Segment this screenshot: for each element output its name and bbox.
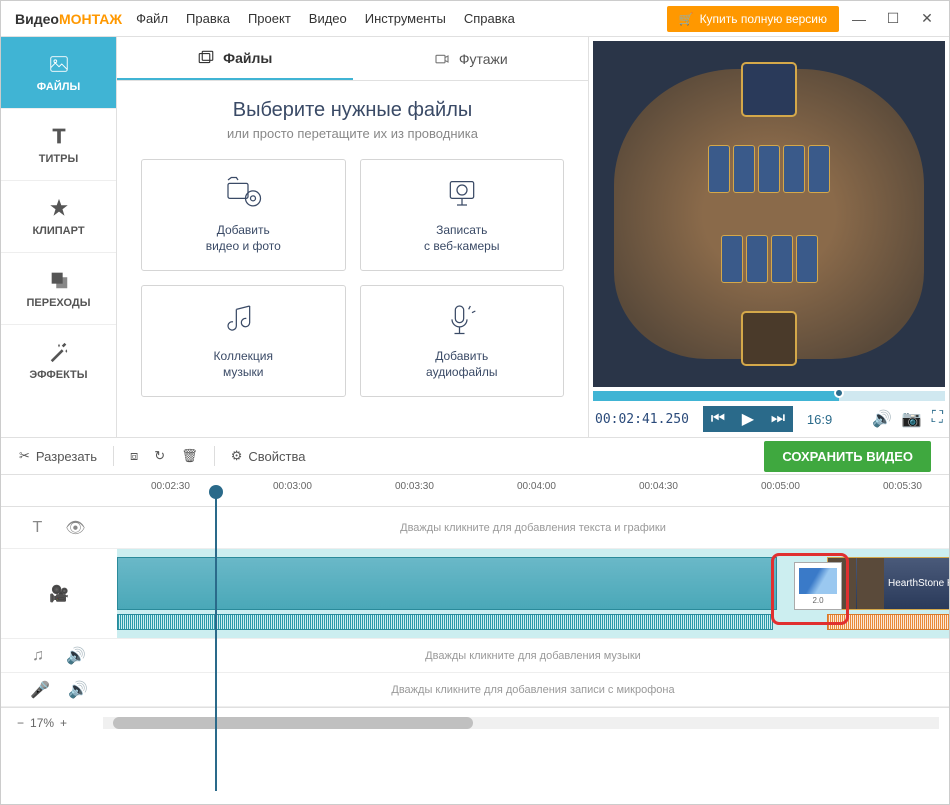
layers-icon [48,269,70,291]
sidebar-item-effects[interactable]: ЭФФЕКТЫ [1,325,116,397]
cart-icon: 🛒 [679,12,694,26]
timeline: 00:02:30 00:03:00 00:03:30 00:04:00 00:0… [1,475,949,707]
cut-button[interactable]: ✂ Разрезать [19,448,97,464]
text-track-icon: T [32,519,42,537]
transition-highlight: 2.0 [771,553,849,625]
microphone-icon [442,301,482,341]
text-icon [48,125,70,147]
visibility-icon[interactable]: 👁 [65,518,85,538]
rotate-button[interactable]: ↻ [154,448,165,464]
preview-panel: 00:02:41.250 ⏮ ▶ ⏭ 16:9 🔊 📷 ⛶ [589,37,949,437]
main-menu: Файл Правка Проект Видео Инструменты Спр… [136,11,515,26]
play-button[interactable]: ▶ [733,406,763,432]
webcam-icon [442,175,482,215]
file-picker-panel: Файлы Футажи Выберите нужные файлы или п… [117,37,589,437]
fullscreen-icon[interactable]: ⛶ [932,409,943,429]
film-reel-icon [223,175,263,215]
music-collection-tile[interactable]: Коллекция музыки [141,285,346,397]
tab-footage[interactable]: Футажи [353,37,589,80]
snapshot-icon[interactable]: 📷 [902,409,922,429]
sidebar-item-files[interactable]: ФАЙЛЫ [1,37,116,109]
save-video-button[interactable]: СОХРАНИТЬ ВИДЕО [764,441,931,472]
video-track[interactable]: 🎥 HearthStone Hero 2.0 [1,549,949,639]
text-track[interactable]: T 👁 Дважды кликните для добавления текст… [1,507,949,549]
properties-button[interactable]: ⚙ Свойства [231,448,306,464]
image-icon [48,53,70,75]
timeline-toolbar: ✂ Разрезать ⧈ ↻ 🗑 ⚙ Свойства СОХРАНИТЬ В… [1,437,949,475]
delete-button[interactable]: 🗑 [181,448,198,464]
gear-icon: ⚙ [231,448,243,464]
zoom-value: 17% [30,716,54,730]
aspect-ratio[interactable]: 16:9 [807,412,832,427]
prev-frame-button[interactable]: ⏮ [703,406,733,432]
music-notes-icon [223,301,263,341]
mic-track[interactable]: 🎤 🔊 Дважды кликните для добавления запис… [1,673,949,707]
sidebar-item-clipart[interactable]: КЛИПАРТ [1,181,116,253]
music-track-icon: ♫ [32,647,44,665]
crop-button[interactable]: ⧈ [130,448,138,464]
transition-marker[interactable]: 2.0 [794,562,842,610]
sidebar-item-transitions[interactable]: ПЕРЕХОДЫ [1,253,116,325]
volume-icon[interactable]: 🔊 [872,409,892,429]
rotate-icon: ↻ [154,448,165,464]
trash-icon: 🗑 [181,448,198,464]
menu-file[interactable]: Файл [136,11,168,26]
picker-subtitle: или просто перетащите их из проводника [141,126,564,141]
video-preview[interactable] [593,41,945,387]
picker-title: Выберите нужные файлы [141,99,564,122]
menu-tools[interactable]: Инструменты [365,11,446,26]
scissors-icon: ✂ [19,448,30,464]
sidebar-item-titles[interactable]: ТИТРЫ [1,109,116,181]
wand-icon [48,341,70,363]
maximize-button[interactable]: ☐ [879,5,907,33]
tab-files[interactable]: Файлы [117,37,353,80]
playhead[interactable] [215,491,217,791]
buy-full-version-button[interactable]: 🛒 Купить полную версию [667,6,839,32]
menu-video[interactable]: Видео [309,11,347,26]
time-ruler[interactable]: 00:02:30 00:03:00 00:03:30 00:04:00 00:0… [1,475,949,507]
add-audio-tile[interactable]: Добавить аудиофайлы [360,285,565,397]
app-logo: ВидеоМОНТАЖ [1,11,136,27]
menu-edit[interactable]: Правка [186,11,230,26]
menu-help[interactable]: Справка [464,11,515,26]
add-video-photo-tile[interactable]: Добавить видео и фото [141,159,346,271]
star-icon [48,197,70,219]
timeline-scrollbar[interactable] [103,717,939,729]
menu-project[interactable]: Проект [248,11,291,26]
titlebar: ВидеоМОНТАЖ Файл Правка Проект Видео Инс… [1,1,949,37]
sidebar: ФАЙЛЫ ТИТРЫ КЛИПАРТ ПЕРЕХОДЫ ЭФФЕКТЫ [1,37,117,437]
zoom-in-button[interactable]: + [54,716,73,730]
music-track[interactable]: ♫ 🔊 Дважды кликните для добавления музык… [1,639,949,673]
timecode: 00:02:41.250 [595,412,689,427]
track-volume-icon[interactable]: 🔊 [68,680,88,700]
record-webcam-tile[interactable]: Записать с веб-камеры [360,159,565,271]
video-track-icon: 🎥 [49,584,69,604]
images-icon [197,49,215,67]
mic-track-icon: 🎤 [30,680,50,700]
next-frame-button[interactable]: ⏭ [763,406,793,432]
crop-icon: ⧈ [130,448,138,464]
close-button[interactable]: ✕ [913,5,941,33]
zoom-bar: − 17% + [1,707,949,737]
minimize-button[interactable]: — [845,5,873,33]
zoom-out-button[interactable]: − [11,716,30,730]
scrub-bar[interactable] [593,391,945,401]
camera-roll-icon [433,50,451,68]
track-volume-icon[interactable]: 🔊 [66,646,86,666]
